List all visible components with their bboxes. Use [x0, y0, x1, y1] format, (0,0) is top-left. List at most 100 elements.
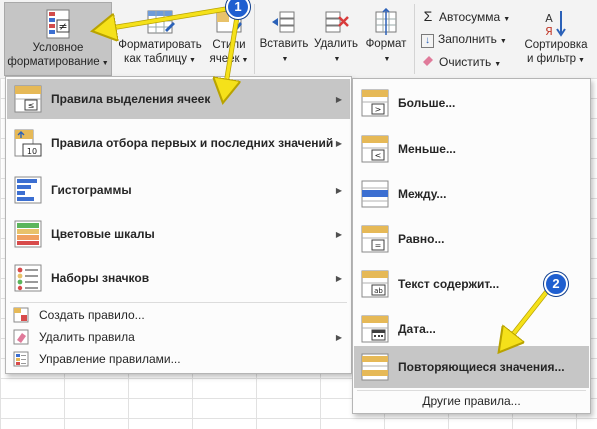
menu-item-label: Цветовые шкалы	[51, 227, 155, 241]
highlight-cells-rules-submenu: > Больше... < Меньше... Между... = Равно…	[352, 78, 591, 414]
cell-styles-label-1: Стили	[212, 39, 246, 51]
conditional-formatting-label-1: Условное	[32, 42, 84, 54]
clear-label: Очистить	[439, 55, 492, 69]
menu-item-label: Управление правилами...	[39, 352, 181, 366]
format-as-table-label-1: Форматировать	[118, 39, 202, 51]
eraser-icon	[421, 52, 435, 72]
menu-item-label: Наборы значков	[51, 271, 150, 285]
submenu-item-date[interactable]: Дата...	[354, 307, 589, 351]
menu-item-new-rule[interactable]: Создать правило...	[7, 304, 350, 326]
sigma-icon: Σ	[423, 8, 433, 24]
submenu-arrow-icon: ▶	[335, 332, 342, 342]
format-button[interactable]: Формат ▼	[361, 2, 411, 74]
fill-label: Заполнить	[438, 32, 497, 46]
submenu-item-label: Текст содержит...	[398, 277, 500, 291]
insert-button[interactable]: Вставить ▼	[258, 2, 310, 74]
chevron-down-icon: ▼	[499, 38, 507, 45]
new-rule-icon	[13, 307, 29, 323]
text-contains-icon: ab	[361, 270, 389, 298]
chevron-down-icon: ▼	[494, 61, 502, 68]
clear-rules-icon	[13, 329, 29, 345]
submenu-arrow-icon: ▶	[335, 185, 342, 195]
delete-button[interactable]: Удалить ▼	[311, 2, 361, 74]
cell-styles-label-2: ячеек	[209, 53, 240, 65]
highlight-cells-rules-icon: ≤	[14, 85, 42, 113]
submenu-arrow-icon: ▶	[335, 94, 342, 104]
conditional-formatting-label-2: форматирование	[7, 56, 100, 68]
sort-filter-button[interactable]: А Я Сортировка и фильтр ▼	[518, 2, 594, 74]
chevron-down-icon: ▼	[241, 57, 249, 64]
chevron-down-icon: ▼	[503, 16, 511, 23]
submenu-item-label: Больше...	[398, 96, 456, 110]
conditional-formatting-menu: ≤ Правила выделения ячеек ▶ 10 Правила о…	[5, 76, 352, 374]
menu-item-icon-sets[interactable]: Наборы значков ▶	[7, 258, 350, 298]
submenu-footer-label: Другие правила...	[422, 394, 521, 408]
svg-text:≤: ≤	[28, 101, 35, 110]
chevron-down-icon: ▼	[101, 60, 109, 67]
menu-item-top-bottom-rules[interactable]: 10 Правила отбора первых и последних зна…	[7, 123, 350, 163]
autosum-button[interactable]: Σ Автосумма ▼	[421, 6, 510, 26]
between-icon	[361, 180, 389, 208]
chevron-down-icon: ▼	[281, 56, 289, 63]
conditional-formatting-button[interactable]: ≠ Условное форматирование ▼	[4, 2, 112, 76]
data-bars-icon	[14, 176, 42, 204]
delete-label: Удалить	[314, 38, 358, 50]
format-as-table-label-2: как таблицу	[124, 53, 188, 65]
submenu-item-equal-to[interactable]: = Равно...	[354, 217, 589, 261]
top-bottom-rules-icon: 10	[14, 129, 42, 157]
submenu-item-label: Равно...	[398, 232, 445, 246]
submenu-item-label: Повторяющиеся значения...	[398, 360, 565, 374]
svg-text:10: 10	[27, 147, 37, 156]
submenu-item-duplicate-values[interactable]: Повторяющиеся значения...	[354, 346, 589, 388]
color-scales-icon	[14, 220, 42, 248]
format-cells-icon	[375, 8, 397, 35]
menu-item-clear-rules[interactable]: Удалить правила ▶	[7, 326, 350, 348]
fill-button[interactable]: ↓ Заполнить ▼	[421, 29, 507, 49]
submenu-arrow-icon: ▶	[335, 273, 342, 283]
submenu-item-label: Меньше...	[398, 142, 456, 156]
format-as-table-button[interactable]: Форматировать как таблицу ▼	[114, 2, 206, 74]
greater-than-icon: >	[361, 89, 389, 117]
menu-item-data-bars[interactable]: Гистограммы ▶	[7, 170, 350, 210]
submenu-item-less-than[interactable]: < Меньше...	[354, 127, 589, 171]
submenu-item-between[interactable]: Между...	[354, 172, 589, 216]
menu-item-label: Гистограммы	[51, 183, 132, 197]
svg-text:А: А	[545, 12, 553, 25]
svg-text:Я: Я	[545, 25, 553, 38]
submenu-item-more-rules[interactable]: Другие правила...	[354, 391, 589, 411]
manage-rules-icon	[13, 351, 29, 367]
menu-item-label: Удалить правила	[39, 330, 135, 344]
autosum-label: Автосумма	[439, 10, 501, 24]
menu-item-label: Правила выделения ячеек	[51, 92, 211, 106]
svg-text:≠: ≠	[58, 20, 67, 33]
clear-button[interactable]: Очистить ▼	[421, 52, 501, 72]
format-as-table-icon	[147, 10, 175, 34]
duplicate-values-icon	[361, 353, 389, 381]
conditional-formatting-icon: ≠	[46, 9, 70, 39]
menu-item-highlight-cells-rules[interactable]: ≤ Правила выделения ячеек ▶	[7, 79, 350, 119]
submenu-item-greater-than[interactable]: > Больше...	[354, 81, 589, 125]
submenu-arrow-icon: ▶	[335, 138, 342, 148]
ribbon: ≠ Условное форматирование ▼ Форматировать…	[0, 0, 597, 79]
delete-cells-icon	[325, 11, 349, 33]
chevron-down-icon: ▼	[578, 57, 585, 64]
submenu-item-label: Дата...	[398, 322, 436, 336]
format-label: Формат	[365, 38, 407, 50]
menu-item-color-scales[interactable]: Цветовые шкалы ▶	[7, 214, 350, 254]
svg-text:>: >	[375, 105, 382, 114]
menu-item-manage-rules[interactable]: Управление правилами...	[7, 348, 350, 370]
sort-filter-label-1: Сортировка	[524, 39, 588, 51]
chevron-down-icon: ▼	[383, 56, 391, 63]
sort-filter-icon: А Я	[545, 11, 566, 38]
ribbon-group-divider	[254, 4, 255, 74]
annotation-badge-2: 2	[544, 272, 568, 296]
chevron-down-icon: ▼	[189, 57, 196, 64]
insert-cells-icon	[272, 11, 295, 33]
svg-text:=: =	[375, 241, 382, 250]
submenu-arrow-icon: ▶	[335, 229, 342, 239]
submenu-item-label: Между...	[398, 187, 447, 201]
fill-down-icon: ↓	[421, 34, 434, 48]
icon-sets-icon	[14, 264, 42, 292]
date-calendar-icon	[361, 315, 389, 343]
equal-to-icon: =	[361, 225, 389, 253]
